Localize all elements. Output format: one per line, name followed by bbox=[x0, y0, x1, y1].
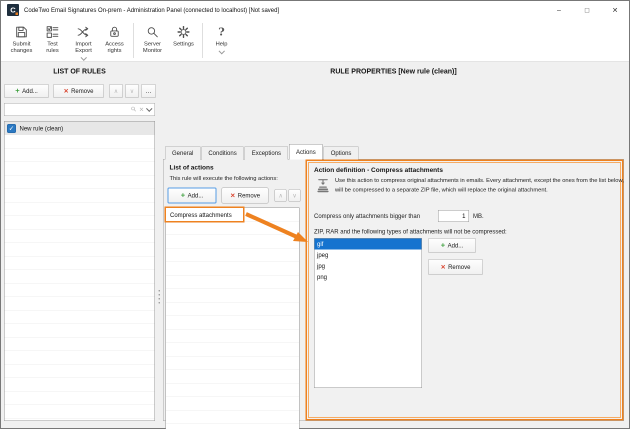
ellipsis-icon: … bbox=[146, 88, 152, 95]
toolbar-server-monitor-button[interactable]: ServerMonitor bbox=[137, 19, 168, 54]
type-list-item[interactable]: png bbox=[315, 272, 422, 283]
rules-panel-header: LIST OF RULES bbox=[1, 67, 158, 75]
excluded-types-list[interactable]: gif jpeg jpg png bbox=[314, 238, 422, 388]
remove-action-button[interactable]: ✕ Remove bbox=[222, 188, 269, 204]
chevron-up-icon: ∧ bbox=[278, 192, 282, 199]
chevron-down-icon bbox=[80, 55, 86, 61]
maximize-button[interactable]: □ bbox=[573, 1, 601, 19]
add-rule-button[interactable]: + Add... bbox=[4, 84, 49, 98]
gear-icon bbox=[176, 24, 191, 40]
help-icon: ? bbox=[218, 24, 224, 40]
plus-icon: + bbox=[441, 243, 445, 248]
tab-actions[interactable]: Actions bbox=[289, 144, 323, 160]
panel-splitter[interactable] bbox=[159, 290, 161, 304]
window-title: CodeTwo Email Signatures On-prem - Admin… bbox=[24, 7, 279, 14]
action-definition-panel: Action definition - Compress attachments… bbox=[306, 160, 624, 421]
rule-label: New rule (clean) bbox=[20, 125, 64, 132]
x-icon: ✕ bbox=[441, 265, 446, 270]
toolbar-separator bbox=[133, 23, 134, 58]
size-label-after: MB. bbox=[473, 213, 484, 220]
rules-list[interactable]: ✓ New rule (clean) bbox=[4, 121, 155, 421]
type-list-item[interactable]: jpeg bbox=[315, 250, 422, 261]
add-action-button[interactable]: + Add... bbox=[168, 188, 217, 204]
window-controls: – □ ✕ bbox=[545, 1, 629, 19]
clear-search-icon[interactable]: ✕ bbox=[139, 106, 144, 113]
plus-icon: + bbox=[181, 193, 185, 198]
search-options-chevron-icon[interactable] bbox=[146, 106, 152, 112]
search-icon bbox=[130, 105, 137, 114]
chevron-down-icon: ∨ bbox=[292, 192, 296, 199]
import-export-icon bbox=[76, 24, 91, 40]
x-icon: ✕ bbox=[230, 193, 235, 198]
minimize-button[interactable]: – bbox=[545, 1, 573, 19]
type-list-item[interactable]: gif bbox=[315, 239, 422, 250]
move-rule-up-button[interactable]: ∧ bbox=[109, 84, 123, 98]
rules-search-box: ✕ bbox=[4, 103, 155, 116]
add-type-button[interactable]: + Add... bbox=[428, 238, 476, 253]
workspace: LIST OF RULES + Add... ✕ Remove ∧ ∨ … ✕ bbox=[1, 62, 629, 428]
tab-conditions[interactable]: Conditions bbox=[201, 147, 243, 160]
action-description: Use this action to compress original att… bbox=[335, 176, 625, 195]
save-icon bbox=[14, 24, 29, 40]
remove-rule-button[interactable]: ✕ Remove bbox=[53, 84, 104, 98]
close-button[interactable]: ✕ bbox=[601, 1, 629, 19]
tab-general[interactable]: General bbox=[165, 147, 200, 160]
rules-toolbar: + Add... ✕ Remove ∧ ∨ … bbox=[4, 84, 158, 98]
excluded-types-label: ZIP, RAR and the following types of atta… bbox=[314, 228, 507, 235]
app-logo-icon: C bbox=[7, 4, 19, 16]
toolbar-import-export-button[interactable]: ImportExport bbox=[68, 19, 99, 60]
chevron-up-icon: ∧ bbox=[114, 88, 118, 95]
move-action-down-button[interactable]: ∨ bbox=[289, 189, 301, 202]
lock-icon bbox=[107, 24, 122, 40]
size-threshold-row: Compress only attachments bigger than MB… bbox=[314, 210, 484, 222]
rules-search-input[interactable] bbox=[7, 106, 128, 114]
main-toolbar: Submitchanges Testrules ImportExport Acc… bbox=[1, 19, 629, 62]
magnifier-icon bbox=[145, 24, 160, 40]
rule-checkbox[interactable]: ✓ bbox=[7, 124, 16, 133]
actions-list-subtitle: This rule will execute the following act… bbox=[170, 176, 278, 182]
toolbar-test-rules-button[interactable]: Testrules bbox=[37, 19, 68, 54]
properties-tabs: General Conditions Exceptions Actions Op… bbox=[165, 144, 359, 160]
toolbar-help-button[interactable]: ? Help bbox=[206, 19, 237, 54]
size-threshold-input[interactable] bbox=[438, 210, 469, 222]
more-options-button[interactable]: … bbox=[141, 84, 156, 98]
action-definition-title: Action definition - Compress attachments bbox=[314, 166, 443, 174]
test-rules-icon bbox=[45, 24, 60, 40]
chevron-down-icon: ∨ bbox=[130, 88, 134, 95]
x-icon: ✕ bbox=[64, 89, 69, 94]
title-bar: C CodeTwo Email Signatures On-prem - Adm… bbox=[1, 1, 629, 19]
remove-type-button[interactable]: ✕ Remove bbox=[428, 259, 483, 275]
actions-toolbar: + Add... ✕ Remove ∧ ∨ bbox=[168, 188, 301, 204]
annotation-highlight-box bbox=[165, 207, 245, 223]
plus-icon: + bbox=[15, 89, 19, 94]
toolbar-submit-changes-button[interactable]: Submitchanges bbox=[6, 19, 37, 54]
compress-icon bbox=[315, 177, 331, 196]
toolbar-settings-button[interactable]: Settings bbox=[168, 19, 199, 48]
move-rule-down-button[interactable]: ∨ bbox=[125, 84, 139, 98]
properties-panel-header: RULE PROPERTIES [New rule (clean)] bbox=[163, 67, 624, 75]
actions-list-title: List of actions bbox=[170, 164, 214, 172]
check-icon: ✓ bbox=[9, 124, 14, 132]
actions-tab-page: List of actions This rule will execute t… bbox=[163, 159, 624, 421]
rule-list-item[interactable]: ✓ New rule (clean) bbox=[5, 122, 155, 136]
toolbar-access-rights-button[interactable]: Accessrights bbox=[99, 19, 130, 54]
toolbar-separator bbox=[202, 23, 203, 58]
app-window: C CodeTwo Email Signatures On-prem - Adm… bbox=[0, 0, 630, 429]
chevron-down-icon bbox=[218, 48, 224, 54]
tab-options[interactable]: Options bbox=[324, 147, 359, 160]
size-label-before: Compress only attachments bigger than bbox=[314, 213, 438, 220]
actions-list[interactable]: Compress attachments bbox=[166, 208, 300, 429]
type-list-item[interactable]: jpg bbox=[315, 261, 422, 272]
move-action-up-button[interactable]: ∧ bbox=[275, 189, 287, 202]
tab-exceptions[interactable]: Exceptions bbox=[245, 147, 288, 160]
